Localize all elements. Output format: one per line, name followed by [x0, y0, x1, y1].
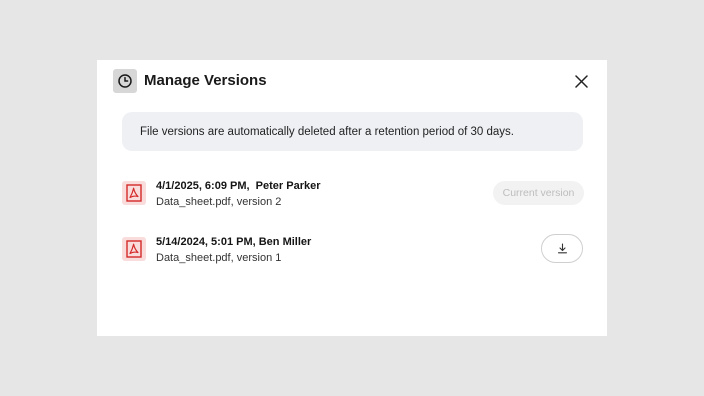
- retention-notice: File versions are automatically deleted …: [122, 112, 583, 151]
- pdf-icon: [122, 181, 146, 205]
- manage-versions-dialog: Manage Versions File versions are automa…: [97, 60, 607, 336]
- pdf-icon: [122, 237, 146, 261]
- download-icon: [557, 243, 567, 254]
- version-filename: Data_sheet.pdf, version 1: [156, 252, 282, 264]
- version-title: 4/1/2025, 6:09 PM, Peter Parker: [156, 180, 321, 192]
- download-button[interactable]: [541, 234, 583, 263]
- dialog-title: Manage Versions: [144, 72, 267, 89]
- retention-notice-text: File versions are automatically deleted …: [140, 125, 514, 138]
- version-title: 5/14/2024, 5:01 PM, Ben Miller: [156, 236, 312, 248]
- close-icon: [574, 74, 588, 88]
- version-row: 4/1/2025, 6:09 PM, Peter Parker Data_she…: [121, 178, 585, 214]
- current-version-badge: Current version: [493, 181, 584, 205]
- version-filename: Data_sheet.pdf, version 2: [156, 196, 282, 208]
- clock-icon: [113, 69, 137, 93]
- version-row: 5/14/2024, 5:01 PM, Ben Miller Data_shee…: [121, 234, 585, 270]
- close-button[interactable]: [572, 72, 590, 90]
